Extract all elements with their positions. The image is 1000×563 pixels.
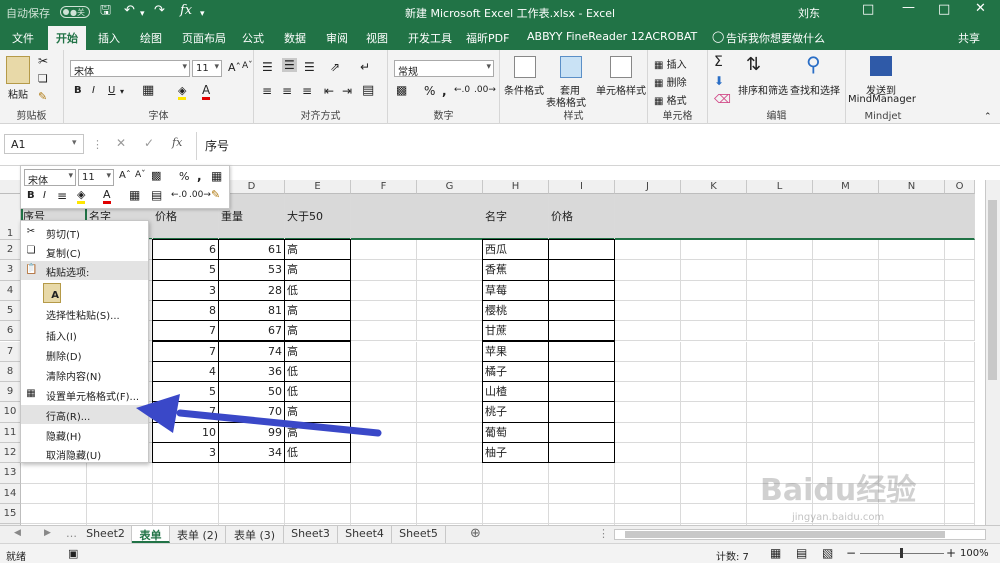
tabs-splitter-icon[interactable]: ⋮ — [598, 527, 609, 540]
sheet-tab-sheet4[interactable]: Sheet4 — [338, 526, 392, 543]
status-count: 计数: 7 — [716, 552, 749, 563]
new-sheet-icon[interactable]: ⊕ — [470, 526, 481, 541]
scroll-tabs-left-icon[interactable]: ◀ — [14, 528, 21, 538]
horizontal-scroll-thumb[interactable] — [625, 531, 945, 538]
sheet-tab-sheet2[interactable]: Sheet2 — [80, 526, 132, 543]
sheet-tab-sheet5[interactable]: Sheet5 — [392, 526, 446, 543]
status-ready: 就绪 — [6, 552, 26, 563]
tabs-more-icon[interactable]: … — [66, 527, 77, 540]
baidu-watermark-url: jingyan.baidu.com — [792, 512, 885, 523]
status-bar: 就绪 ▣ 计数: 7 ▦ ▤ ▧ − + 100% — [0, 543, 1000, 563]
arrow-shaft — [176, 409, 382, 437]
zoom-level[interactable]: 100% — [960, 548, 989, 559]
sheet-tab-form[interactable]: 表单 — [132, 526, 170, 543]
normal-view-icon[interactable]: ▦ — [770, 546, 781, 560]
sheet-tabs-bar: ◀ ▶ … Sheet2 表单 表单 (2) 表单 (3) Sheet3 She… — [0, 525, 1000, 543]
sheet-tab-sheet3[interactable]: Sheet3 — [284, 526, 338, 543]
horizontal-scrollbar[interactable] — [614, 529, 986, 540]
page-layout-view-icon[interactable]: ▤ — [796, 546, 807, 560]
arrow-head — [136, 394, 180, 433]
macro-record-icon[interactable]: ▣ — [68, 547, 78, 560]
zoom-out-icon[interactable]: − — [846, 546, 856, 560]
zoom-slider-thumb[interactable] — [900, 548, 903, 558]
baidu-watermark: Baidu经验 — [760, 473, 917, 508]
sheet-tab-form-3[interactable]: 表单 (3) — [226, 526, 284, 543]
sheet-tab-form-2[interactable]: 表单 (2) — [170, 526, 226, 543]
scroll-tabs-right-icon[interactable]: ▶ — [44, 528, 51, 538]
page-break-view-icon[interactable]: ▧ — [822, 546, 833, 560]
zoom-in-icon[interactable]: + — [946, 546, 956, 560]
